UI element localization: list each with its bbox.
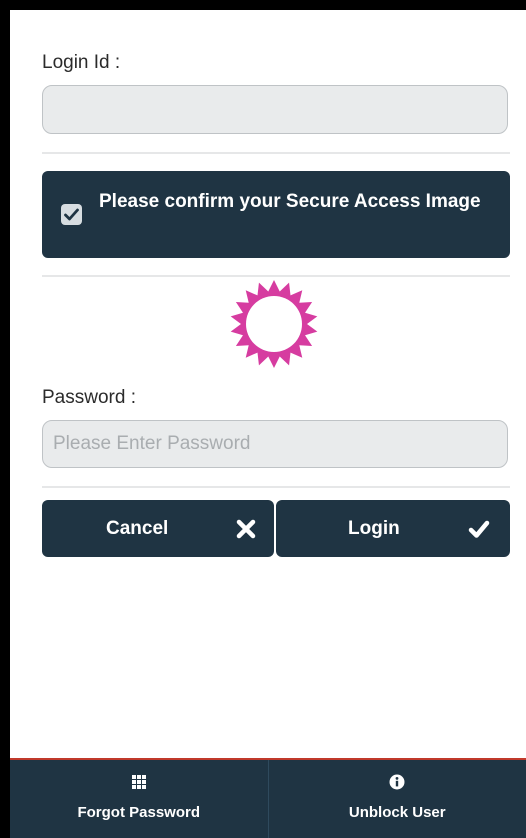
login-id-input[interactable] — [42, 85, 508, 134]
checkmark-icon — [64, 208, 79, 221]
close-icon — [236, 519, 256, 539]
secure-access-text: Please confirm your Secure Access Image — [99, 191, 481, 212]
login-button[interactable]: Login — [276, 500, 510, 557]
cancel-button[interactable]: Cancel — [42, 500, 274, 557]
divider — [42, 152, 510, 154]
sun-gear-icon — [230, 280, 318, 368]
check-icon — [468, 520, 490, 538]
login-id-label: Login Id : — [42, 52, 121, 73]
login-button-label: Login — [348, 518, 400, 539]
secure-access-checkbox[interactable] — [61, 204, 82, 225]
unblock-user-label: Unblock User — [348, 804, 446, 821]
login-screen: Login Id : Please confirm your Secure Ac… — [10, 10, 526, 838]
forgot-password-button[interactable]: Forgot Password — [10, 760, 268, 838]
password-label: Password : — [42, 387, 136, 408]
unblock-user-button[interactable]: Unblock User — [267, 760, 526, 838]
info-icon — [389, 774, 405, 790]
divider — [42, 275, 510, 277]
forgot-password-label: Forgot Password — [77, 804, 200, 821]
bottom-nav: Forgot Password Unblock User — [10, 758, 526, 838]
cancel-button-label: Cancel — [106, 518, 169, 539]
grid-icon — [131, 775, 146, 789]
password-input[interactable] — [42, 420, 508, 468]
divider — [42, 486, 510, 488]
secure-access-confirm[interactable]: Please confirm your Secure Access Image — [42, 171, 510, 258]
